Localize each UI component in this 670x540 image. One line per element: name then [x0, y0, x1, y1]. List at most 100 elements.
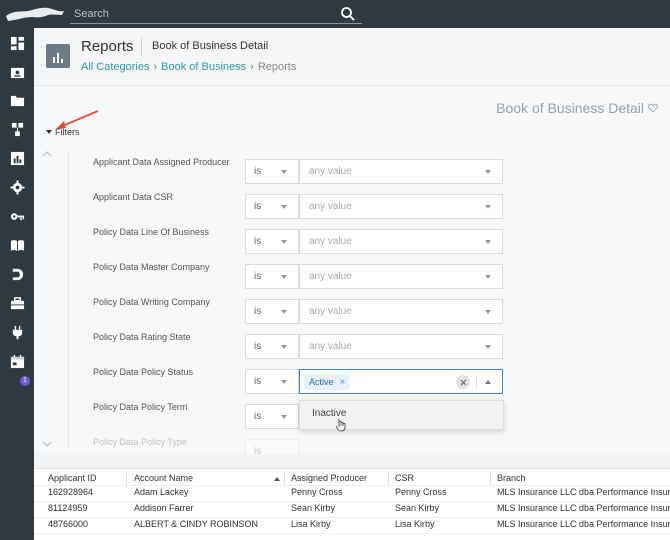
filter-guide-line [68, 152, 69, 448]
filter-row: Applicant Data Assigned Producer is any … [93, 157, 513, 184]
chevron-up-icon[interactable] [42, 150, 52, 158]
operator-select[interactable]: is [245, 299, 299, 324]
cell-account-name: ALBERT & CINDY ROBINSON [134, 519, 259, 529]
filter-label: Applicant Data Assigned Producer [93, 157, 230, 167]
search-icon[interactable] [340, 6, 356, 22]
operator-select[interactable]: is [245, 369, 299, 394]
value-placeholder: any value [309, 306, 352, 317]
folder-icon[interactable] [8, 91, 26, 109]
column-divider [388, 471, 389, 485]
key-icon[interactable] [8, 207, 26, 225]
operator-select[interactable]: is [245, 334, 299, 359]
org-chart-icon[interactable] [8, 120, 26, 138]
operator-value: is [254, 236, 262, 247]
table-row[interactable]: 81124959 Addison Farrer Sean Kirby Sean … [34, 501, 670, 517]
annotation-arrow-icon [56, 110, 99, 129]
operator-select[interactable]: is [245, 439, 299, 455]
dropdown-option-inactive[interactable]: Inactive [300, 401, 503, 429]
close-icon [460, 379, 466, 385]
cell-branch: MLS Insurance LLC dba Performance Insura… [497, 503, 670, 513]
filter-row: Policy Data Policy Type is [93, 437, 513, 455]
value-select[interactable]: any value [299, 194, 503, 219]
filter-label: Policy Data Master Company [93, 262, 210, 272]
breadcrumb-all-categories[interactable]: All Categories [81, 61, 149, 73]
header-divider [141, 38, 142, 56]
operator-value: is [254, 306, 262, 317]
breadcrumb-book-of-business[interactable]: Book of Business [161, 61, 246, 73]
operator-value: is [254, 271, 262, 282]
operator-value: is [254, 446, 262, 455]
chevron-down-icon [281, 310, 287, 314]
operator-select[interactable]: is [245, 264, 299, 289]
value-select[interactable]: any value [299, 299, 503, 324]
cell-csr: Penny Cross [395, 487, 447, 497]
clear-selection-button[interactable] [456, 375, 470, 389]
operator-select[interactable]: is [245, 404, 299, 429]
plug-icon[interactable] [8, 323, 26, 341]
cell-branch: MLS Insurance LLC dba Performance Insura… [497, 487, 670, 497]
page-title: Reports [81, 38, 134, 55]
mouse-cursor-icon [336, 419, 346, 432]
chevron-down-icon [281, 275, 287, 279]
chevron-down-icon [281, 345, 287, 349]
operator-value: is [254, 201, 262, 212]
reports-app-icon [46, 44, 70, 68]
selected-chip: Active × [304, 375, 351, 390]
value-multiselect[interactable]: Active × [299, 369, 503, 394]
column-header-branch[interactable]: Branch [497, 473, 526, 483]
filter-row: Policy Data Master Company is any value [93, 262, 513, 289]
reports-icon[interactable] [8, 149, 26, 167]
notification-badge: 1 [20, 376, 30, 386]
logo-icon[interactable] [4, 2, 66, 26]
cell-assigned-producer: Sean Kirby [291, 503, 336, 513]
column-header-assigned-producer[interactable]: Assigned Producer [291, 473, 367, 483]
chip-remove-icon[interactable]: × [340, 377, 346, 388]
book-icon[interactable] [8, 236, 26, 254]
contact-card-icon[interactable] [8, 63, 26, 81]
table-row[interactable]: 162928964 Adam Lackey Penny Cross Penny … [34, 485, 670, 501]
value-placeholder: any value [309, 201, 352, 212]
chevron-down-icon [485, 275, 491, 279]
table-row[interactable]: 48766000 ALBERT & CINDY ROBINSON Lisa Ki… [34, 517, 670, 533]
value-select[interactable]: any value [299, 159, 503, 184]
chevron-down-icon [281, 240, 287, 244]
cell-csr: Sean Kirby [395, 503, 440, 513]
operator-select[interactable]: is [245, 194, 299, 219]
breadcrumb-reports: Reports [257, 61, 297, 73]
calendar-icon[interactable] [8, 352, 26, 370]
value-select[interactable]: any value [299, 334, 503, 359]
breadcrumb: All Categories › Book of Business › Reports [81, 61, 296, 73]
status-dropdown-menu: Inactive [299, 400, 504, 430]
gear-icon[interactable] [8, 178, 26, 196]
sort-ascending-icon[interactable] [274, 477, 280, 481]
chevron-down-icon [281, 415, 287, 419]
operator-select[interactable]: is [245, 229, 299, 254]
filter-row: Applicant Data CSR is any value [93, 192, 513, 219]
chevron-up-icon[interactable] [485, 380, 491, 384]
heart-icon[interactable] [648, 103, 658, 113]
value-select[interactable]: any value [299, 229, 503, 254]
value-placeholder: any value [309, 341, 352, 352]
operator-value: is [254, 341, 262, 352]
operator-value: is [254, 411, 262, 422]
briefcase-icon[interactable] [8, 294, 26, 312]
value-select[interactable]: any value [299, 264, 503, 289]
column-header-csr[interactable]: CSR [395, 473, 414, 483]
chevron-down-icon [485, 310, 491, 314]
search-input[interactable] [74, 6, 324, 22]
operator-select[interactable]: is [245, 159, 299, 184]
filter-label: Policy Data Policy Status [93, 367, 194, 377]
column-header-applicant-id[interactable]: Applicant ID [48, 473, 97, 483]
value-placeholder: any value [309, 271, 352, 282]
value-placeholder: any value [309, 236, 352, 247]
filter-label: Policy Data Policy Type [93, 437, 187, 447]
filter-row: Policy Data Line Of Business is any valu… [93, 227, 513, 254]
report-title-text: Book of Business Detail [496, 100, 644, 116]
chevron-down-icon[interactable] [42, 440, 52, 448]
dashboard-icon[interactable] [8, 34, 26, 52]
filter-row: Policy Data Writing Company is any value [93, 297, 513, 324]
column-divider [284, 471, 285, 485]
magnet-icon[interactable] [8, 265, 26, 283]
cell-csr: Lisa Kirby [395, 519, 435, 529]
column-header-account-name[interactable]: Account Name [134, 473, 193, 483]
